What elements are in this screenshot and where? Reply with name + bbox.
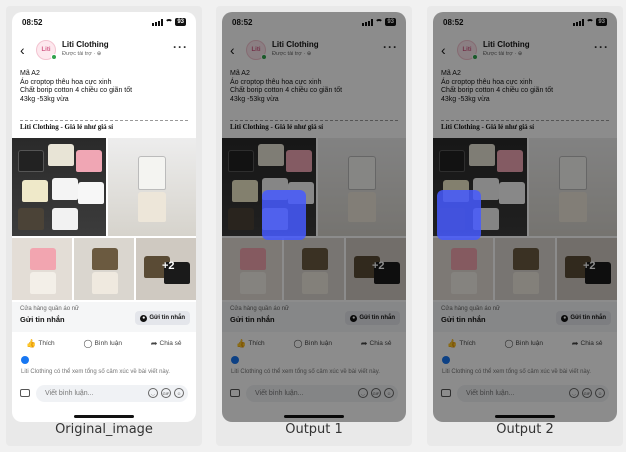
post-actions: 👍 Thích ◯ Bình luận ➦ Chia sẻ: [12, 336, 196, 350]
post-text: Mã A2 Áo croptop thêu hoa cực xinh Chất …: [20, 70, 133, 103]
comment-button[interactable]: ◯ Bình luận: [84, 336, 122, 350]
like-reaction-icon: [21, 356, 29, 364]
reaction-info: Liti Clothing có thể xem tổng số cảm xúc…: [21, 369, 170, 375]
camera-icon[interactable]: [20, 389, 30, 397]
home-indicator: [74, 415, 134, 418]
cta-bar: Cửa hàng quần áo nữ Gửi tin nhắn ● Gửi ti…: [12, 302, 196, 332]
avatar-sticker-icon[interactable]: ◡: [148, 388, 158, 398]
status-bar: 08:52 93: [22, 18, 186, 30]
thumbs-up-icon: 👍: [26, 338, 37, 348]
divider: [20, 120, 188, 121]
panel-output-2: 08:52 93 ‹ Liti Liti Clothing Được tài t…: [427, 6, 623, 446]
gif-icon[interactable]: GIF: [161, 388, 171, 398]
product-image-4[interactable]: [74, 238, 134, 300]
product-image-2[interactable]: [108, 138, 196, 236]
caption-output-1: Output 1: [285, 422, 343, 437]
back-icon[interactable]: ‹: [20, 42, 25, 58]
phone-screen: 08:52 93 ‹ Liti Liti Clothing Được tài t…: [222, 12, 406, 422]
dim-overlay: [222, 12, 406, 422]
product-image-3[interactable]: [12, 238, 72, 300]
online-dot-icon: [51, 54, 57, 60]
product-image-1[interactable]: [12, 138, 106, 236]
messenger-icon: ●: [140, 314, 148, 322]
phone-screen: 08:52 93 ‹ Liti Liti Clothing Được tài t…: [433, 12, 617, 422]
phone-screen: 08:52 93 ‹ Liti Liti Clothing Được tài t…: [12, 12, 196, 422]
more-icon[interactable]: ···: [173, 40, 188, 54]
like-button[interactable]: 👍 Thích: [26, 336, 54, 350]
sponsored-label: Được tài trợ · ⊕: [62, 51, 102, 57]
page-name[interactable]: Liti Clothing: [62, 40, 109, 49]
shop-banner: Liti Clothing - Giá lẻ như giá sỉ: [20, 123, 114, 131]
status-time: 08:52: [22, 18, 43, 27]
caption-output-2: Output 2: [496, 422, 554, 437]
send-message-button[interactable]: ● Gửi tin nhắn: [135, 311, 190, 325]
comment-bar: Viết bình luận... ◡ GIF ☺: [12, 384, 196, 404]
more-photos-count[interactable]: +2: [162, 260, 175, 272]
highlight-region: [437, 190, 481, 240]
cta-subtitle: Cửa hàng quần áo nữ: [20, 306, 80, 312]
highlight-region: [262, 190, 306, 240]
emoji-icon[interactable]: ☺: [174, 388, 184, 398]
panel-original: 08:52 93 ‹ Liti Liti Clothing Được tài t…: [6, 6, 202, 446]
wifi-icon: [165, 19, 174, 25]
signal-icon: [152, 18, 164, 26]
cta-title: Gửi tin nhắn: [20, 315, 65, 324]
caption-original: Original_image: [55, 422, 153, 437]
post-header: ‹ Liti Liti Clothing Được tài trợ · ⊕ ··…: [20, 38, 188, 64]
comment-icon: ◯: [83, 338, 93, 348]
share-button[interactable]: ➦ Chia sẻ: [151, 336, 182, 350]
panel-output-1: 08:52 93 ‹ Liti Liti Clothing Được tài t…: [216, 6, 412, 446]
battery-icon: 93: [175, 18, 186, 26]
share-icon: ➦: [150, 338, 158, 348]
